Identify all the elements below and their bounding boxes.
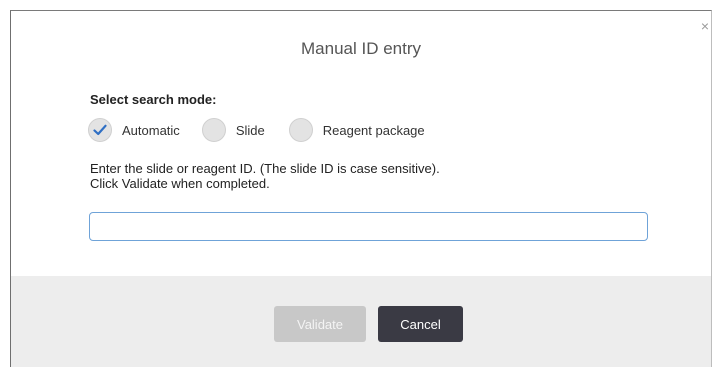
radio-reagent-package[interactable]: Reagent package [288, 118, 425, 142]
manual-id-entry-dialog: × Manual ID entry Select search mode: Au… [10, 10, 712, 367]
instructions-line-1: Enter the slide or reagent ID. (The slid… [90, 161, 440, 176]
radio-reagent-package-label: Reagent package [322, 122, 425, 138]
instructions-text: Enter the slide or reagent ID. (The slid… [90, 161, 440, 191]
search-mode-label: Select search mode: [90, 92, 217, 107]
close-icon[interactable]: × [701, 19, 709, 33]
radio-automatic-circle[interactable] [88, 118, 112, 142]
id-input-field[interactable] [89, 212, 648, 241]
cancel-button[interactable]: Cancel [378, 306, 463, 342]
dialog-title: Manual ID entry [301, 39, 421, 58]
radio-slide[interactable]: Slide [201, 118, 265, 142]
instructions-line-2: Click Validate when completed. [90, 176, 270, 191]
dialog-footer: Validate Cancel [11, 276, 711, 367]
checkmark-icon [93, 124, 107, 136]
validate-button[interactable]: Validate [274, 306, 366, 342]
radio-automatic[interactable]: Automatic [88, 118, 180, 142]
radio-automatic-label: Automatic [122, 122, 180, 138]
radio-slide-label: Slide [235, 122, 265, 138]
radio-slide-circle[interactable] [201, 118, 226, 142]
radio-reagent-package-circle[interactable] [288, 118, 313, 142]
search-mode-radio-group: Automatic Slide Reagent package [88, 117, 425, 143]
